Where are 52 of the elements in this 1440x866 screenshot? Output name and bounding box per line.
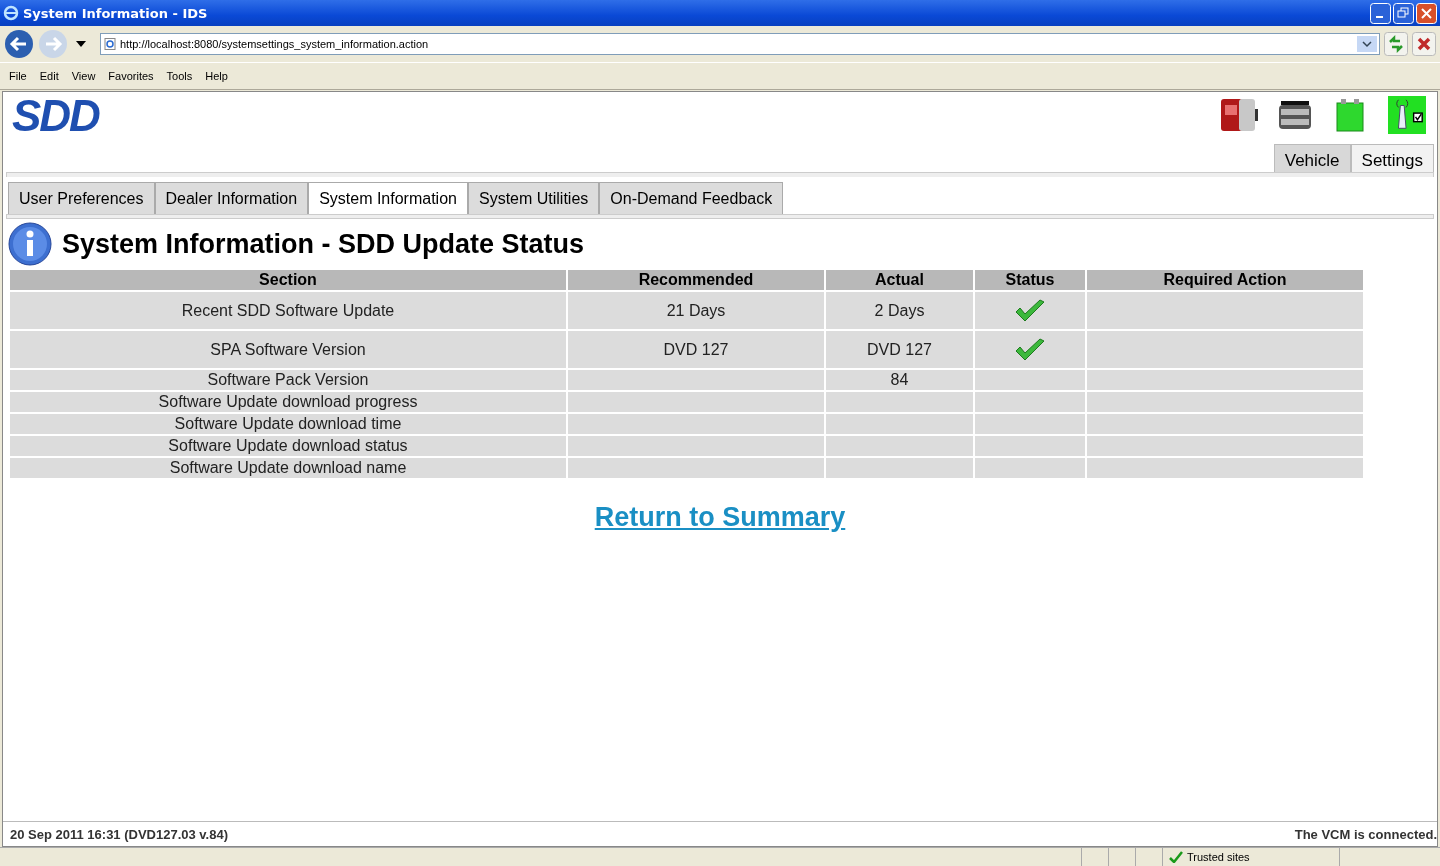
page-icon <box>104 38 116 50</box>
table-cell: Software Update download name <box>10 458 566 478</box>
table-cell: DVD 127 <box>568 331 824 368</box>
refresh-button[interactable] <box>1384 32 1408 56</box>
return-to-summary-link[interactable]: Return to Summary <box>594 502 846 532</box>
back-button[interactable] <box>4 29 34 59</box>
table-cell: DVD 127 <box>826 331 973 368</box>
window-title: System Information - IDS <box>23 5 209 21</box>
table-cell: 2 Days <box>826 292 973 329</box>
tab[interactable]: User Preferences <box>8 182 155 215</box>
wireless-connection-icon <box>1387 96 1427 134</box>
table-cell: 21 Days <box>568 292 824 329</box>
column-header: Required Action <box>1087 270 1363 290</box>
table-cell: Software Update download progress <box>10 392 566 412</box>
menu-item[interactable]: Help <box>200 70 236 82</box>
tab[interactable]: System Utilities <box>467 182 600 215</box>
interface-device-icon <box>1219 96 1259 134</box>
tab[interactable]: Dealer Information <box>154 182 309 215</box>
table-cell: SPA Software Version <box>10 331 566 368</box>
menu-item[interactable]: Edit <box>34 70 67 82</box>
page-heading: System Information - SDD Update Status <box>62 228 585 260</box>
minimize-button[interactable] <box>1370 2 1391 24</box>
info-icon <box>8 222 52 266</box>
menu-item[interactable]: Tools <box>161 70 201 82</box>
table-cell: Software Update download status <box>10 436 566 456</box>
column-header: Recommended <box>568 270 824 290</box>
check-icon <box>1014 337 1046 362</box>
column-header: Status <box>975 270 1085 290</box>
browser-logo-icon <box>3 5 19 21</box>
security-zone: Trusted sites <box>1162 848 1339 866</box>
table-cell: Software Pack Version <box>10 370 566 390</box>
check-icon <box>1014 298 1046 323</box>
close-button[interactable] <box>1416 2 1437 24</box>
dropdown-arrow-icon[interactable] <box>76 41 86 47</box>
address-field[interactable]: http://localhost:8080/systemsettings_system_information.action <box>100 33 1380 55</box>
menu-item[interactable]: File <box>4 70 35 82</box>
table-cell: 84 <box>826 370 973 390</box>
menu-item[interactable]: View <box>66 70 104 82</box>
logo: SDD <box>12 92 99 140</box>
menu-item[interactable]: Favorites <box>103 70 162 82</box>
stop-button[interactable] <box>1412 32 1436 56</box>
restore-button[interactable] <box>1393 2 1414 24</box>
table-cell: Recent SDD Software Update <box>10 292 566 329</box>
table-cell: Software Update download time <box>10 414 566 434</box>
dropdown-icon[interactable] <box>1357 36 1377 52</box>
tab[interactable]: System Information <box>308 182 468 215</box>
column-header: Section <box>10 270 566 290</box>
check-icon <box>1169 851 1183 863</box>
column-header: Actual <box>826 270 973 290</box>
tab[interactable]: On-Demand Feedback <box>599 182 784 215</box>
connection-status: The VCM is connected. <box>1294 826 1437 842</box>
timestamp-version: 20 Sep 2011 16:31 (DVD127.03 v.84) <box>10 826 229 842</box>
